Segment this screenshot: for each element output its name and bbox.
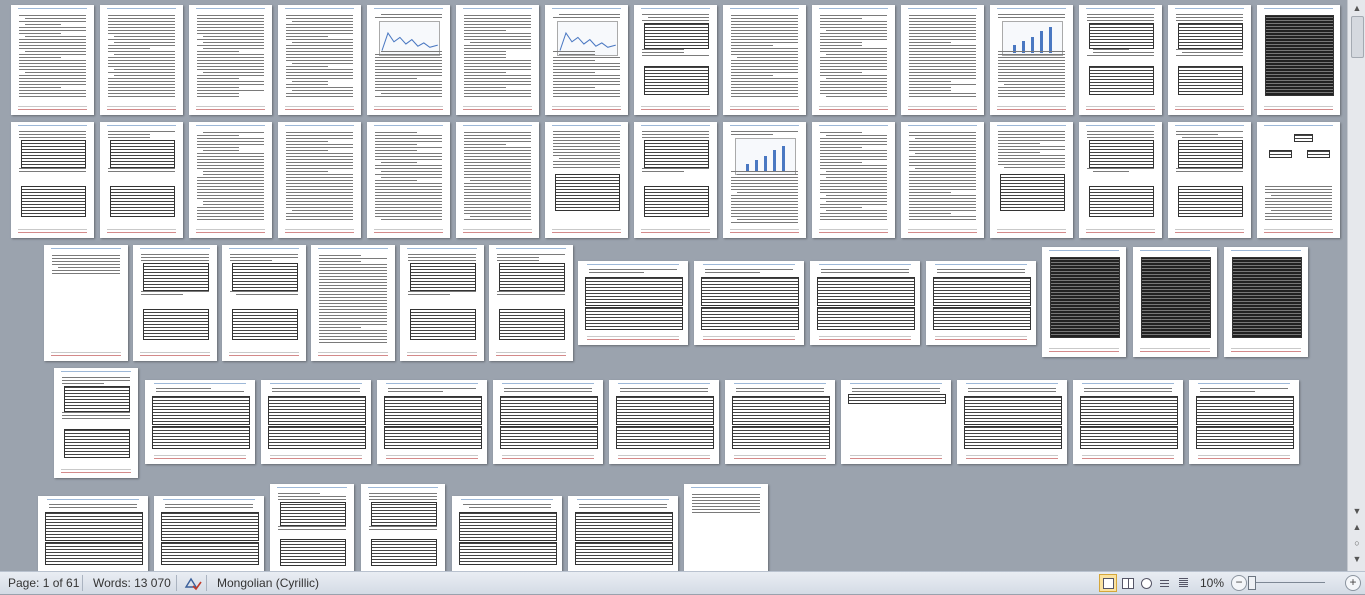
page-thumbnail[interactable] [311,245,395,361]
page-thumbnail[interactable] [400,245,484,361]
page-thumbnail[interactable] [1168,122,1251,238]
page-thumbnail[interactable] [377,380,487,464]
page-thumbnail[interactable] [810,261,920,345]
zoom-level[interactable]: 10% [1200,575,1224,591]
page-thumbnail[interactable] [841,380,951,464]
full-screen-reading-icon[interactable] [1118,574,1136,592]
page-thumbnail[interactable] [367,5,450,115]
web-layout-icon[interactable] [1137,574,1155,592]
page-thumbnail[interactable] [278,5,361,115]
scroll-down-icon[interactable]: ▼ [1350,504,1364,518]
page-thumbnail[interactable] [133,245,217,361]
page-thumbnail[interactable] [11,5,94,115]
page-count[interactable]: Page: 1 of 61 [8,575,79,591]
page-thumbnail[interactable] [684,484,768,571]
draft-view-icon[interactable] [1175,574,1193,592]
page-thumbnail[interactable] [568,496,678,571]
page-thumbnail[interactable] [990,122,1073,238]
page-thumbnail[interactable] [634,5,717,115]
page-thumbnail[interactable] [957,380,1067,464]
page-thumbnail[interactable] [452,496,562,571]
print-layout-view-icon[interactable] [1099,574,1117,592]
page-thumbnail[interactable] [493,380,603,464]
page-thumbnail[interactable] [189,122,272,238]
page-thumbnail[interactable] [270,484,354,571]
page-thumbnail[interactable] [361,484,445,571]
page-thumbnail[interactable] [38,496,148,571]
page-thumbnail[interactable] [926,261,1036,345]
page-thumbnail[interactable] [44,245,128,361]
page-thumbnail[interactable] [145,380,255,464]
page-thumbnail[interactable] [1224,247,1308,357]
page-thumbnail[interactable] [456,122,539,238]
page-thumbnail[interactable] [54,368,138,478]
spelling-check-icon[interactable] [184,575,202,591]
page-thumbnail[interactable] [812,122,895,238]
language-indicator[interactable]: Mongolian (Cyrillic) [217,575,319,591]
page-thumbnail[interactable] [578,261,688,345]
select-browse-object-icon[interactable]: ○ [1350,536,1364,550]
page-thumbnail[interactable] [723,5,806,115]
page-thumbnail[interactable] [489,245,573,361]
page-thumbnail[interactable] [154,496,264,571]
page-thumbnail[interactable] [901,5,984,115]
page-thumbnail[interactable] [1189,380,1299,464]
page-thumbnail[interactable] [261,380,371,464]
outline-view-icon[interactable] [1156,574,1174,592]
zoom-in-icon[interactable]: + [1345,575,1361,591]
page-thumbnail[interactable] [222,245,306,361]
scrollbar-thumb[interactable] [1351,16,1364,58]
page-thumbnail[interactable] [609,380,719,464]
page-thumbnail[interactable] [1079,5,1162,115]
scroll-up-icon[interactable]: ▲ [1350,1,1364,15]
page-thumbnail[interactable] [278,122,361,238]
zoom-slider-knob[interactable] [1248,576,1256,590]
zoom-slider[interactable] [1250,582,1325,583]
page-thumbnail[interactable] [11,122,94,238]
page-thumbnail[interactable] [634,122,717,238]
page-thumbnail[interactable] [545,122,628,238]
page-thumbnail[interactable] [100,122,183,238]
zoom-out-icon[interactable]: − [1231,575,1247,591]
word-count[interactable]: Words: 13 070 [93,575,171,591]
page-thumbnail[interactable] [100,5,183,115]
page-thumbnail[interactable] [367,122,450,238]
page-thumbnail[interactable] [1042,247,1126,357]
status-bar: Page: 1 of 61 Words: 13 070 Mongolian (C… [0,571,1365,594]
next-page-icon[interactable]: ▼ [1350,552,1364,566]
page-thumbnail[interactable] [456,5,539,115]
page-thumbnail[interactable] [1079,122,1162,238]
page-thumbnail[interactable] [723,122,806,238]
page-thumbnail[interactable] [1257,5,1340,115]
page-thumbnail[interactable] [1133,247,1217,357]
page-thumbnail[interactable] [990,5,1073,115]
page-thumbnail[interactable] [1168,5,1251,115]
page-thumbnail[interactable] [1073,380,1183,464]
page-thumbnail[interactable] [812,5,895,115]
page-thumbnail[interactable] [1257,122,1340,238]
page-thumbnail[interactable] [545,5,628,115]
page-thumbnail[interactable] [725,380,835,464]
page-thumbnail[interactable] [189,5,272,115]
document-viewport[interactable] [0,0,1347,571]
previous-page-icon[interactable]: ▲ [1350,520,1364,534]
vertical-scrollbar[interactable]: ▲ ▼ ▲ ○ ▼ [1347,0,1365,571]
page-thumbnail[interactable] [901,122,984,238]
page-thumbnail[interactable] [694,261,804,345]
